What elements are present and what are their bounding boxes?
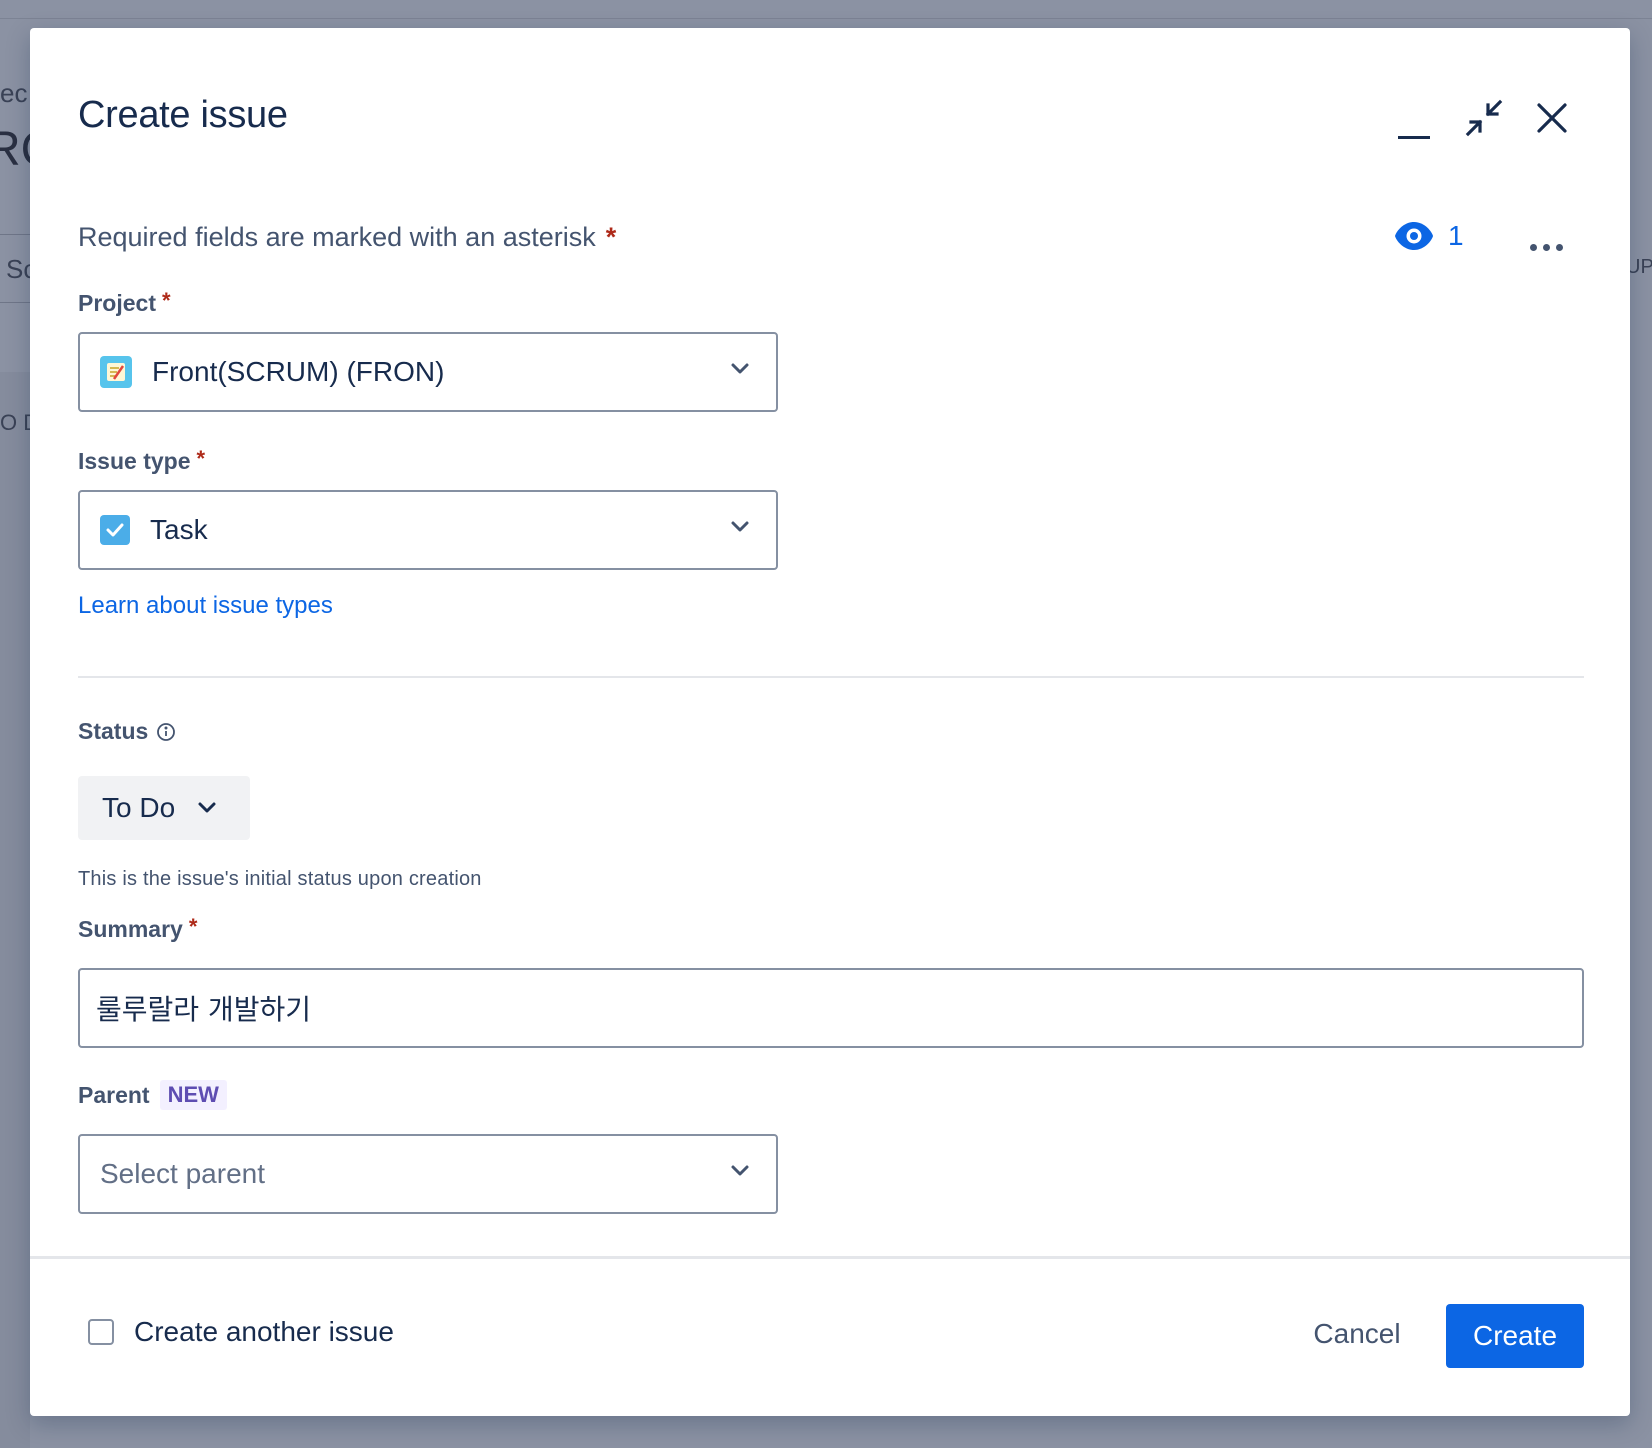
create-another-label: Create another issue xyxy=(134,1316,394,1347)
parent-placeholder: Select parent xyxy=(100,1158,265,1189)
eye-icon xyxy=(1395,222,1433,250)
project-value: Front(SCRUM) (FRON) xyxy=(152,356,445,387)
more-actions-button[interactable] xyxy=(1524,232,1568,262)
minimize-icon xyxy=(1398,136,1430,139)
background-divider xyxy=(0,234,30,235)
project-avatar-icon xyxy=(100,356,132,388)
required-asterisk: * xyxy=(605,222,617,252)
issue-type-value: Task xyxy=(150,514,208,545)
status-label-text: Status xyxy=(78,718,149,744)
more-dot xyxy=(1529,243,1537,251)
background-divider xyxy=(0,302,30,303)
required-asterisk: * xyxy=(161,287,171,313)
required-asterisk: * xyxy=(196,445,206,471)
issue-type-label: Issue type * xyxy=(78,445,206,475)
status-label: Status xyxy=(78,718,176,745)
summary-label: Summary * xyxy=(78,913,198,943)
create-button[interactable]: Create xyxy=(1446,1304,1584,1368)
project-label: Project * xyxy=(78,287,171,317)
create-another-checkbox[interactable] xyxy=(88,1319,114,1345)
required-asterisk: * xyxy=(188,913,198,939)
watch-button[interactable]: 1 xyxy=(1394,220,1464,252)
task-checkbox-icon xyxy=(100,515,130,545)
project-select[interactable]: Front(SCRUM) (FRON) xyxy=(78,332,778,412)
required-note-text: Required fields are marked with an aster… xyxy=(78,222,596,252)
info-icon xyxy=(157,722,176,741)
background-header-line xyxy=(0,18,1652,19)
status-dropdown-button[interactable]: To Do xyxy=(78,776,250,840)
parent-label-text: Parent xyxy=(78,1081,150,1108)
minimize-button[interactable] xyxy=(1392,116,1436,160)
collapse-icon xyxy=(1465,99,1503,137)
close-icon xyxy=(1537,103,1567,133)
create-another-checkbox-row[interactable]: Create another issue xyxy=(88,1316,394,1348)
close-button[interactable] xyxy=(1530,96,1574,140)
status-helper-text: This is the issue's initial status upon … xyxy=(78,868,482,890)
footer-divider xyxy=(30,1256,1630,1259)
create-issue-modal: Create issue Required fields are marked … xyxy=(30,28,1630,1416)
chevron-down-icon xyxy=(198,802,216,813)
background-breadcrumb-fragment: ec xyxy=(0,78,28,108)
required-fields-note: Required fields are marked with an aster… xyxy=(78,222,616,253)
project-label-text: Project xyxy=(78,290,156,316)
issue-type-select[interactable]: Task xyxy=(78,490,778,570)
learn-issue-types-link[interactable]: Learn about issue types xyxy=(78,592,333,620)
more-dot xyxy=(1542,243,1550,251)
section-divider xyxy=(78,676,1584,678)
watchers-count: 1 xyxy=(1448,220,1464,251)
cancel-button[interactable]: Cancel xyxy=(1292,1304,1422,1364)
chevron-down-icon xyxy=(731,363,749,374)
collapse-button[interactable] xyxy=(1462,96,1506,140)
more-dot xyxy=(1555,243,1563,251)
summary-label-text: Summary xyxy=(78,916,183,942)
parent-select[interactable]: Select parent xyxy=(78,1134,778,1214)
summary-input[interactable]: 룰루랄라 개발하기 xyxy=(78,968,1584,1048)
status-value: To Do xyxy=(102,792,176,823)
chevron-down-icon xyxy=(731,521,749,532)
chevron-down-icon xyxy=(731,1165,749,1176)
background-board-column xyxy=(0,372,30,1448)
issue-type-label-text: Issue type xyxy=(78,448,191,474)
new-badge: NEW xyxy=(159,1080,227,1110)
modal-title: Create issue xyxy=(78,94,288,136)
parent-label: Parent NEW xyxy=(78,1080,227,1110)
